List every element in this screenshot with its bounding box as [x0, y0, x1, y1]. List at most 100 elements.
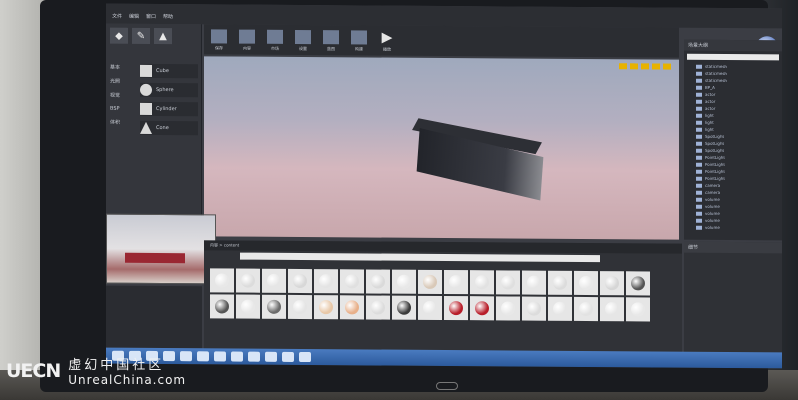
snap-icon[interactable] — [619, 63, 627, 70]
scale-snap-icon[interactable] — [652, 63, 660, 70]
taskbar-app-icon[interactable] — [265, 351, 277, 362]
asset-thumbnail[interactable] — [418, 269, 442, 294]
photo-scene: 文件 编辑 窗口 帮助 ◆ ✎ ▲ 基本光照视觉 BSP 体积 Cube Sphere Cylin… — [0, 0, 798, 400]
actor-icon — [696, 71, 702, 76]
toolbar-button[interactable]: 内容 — [236, 29, 258, 52]
asset-thumbnail[interactable] — [548, 270, 572, 295]
content-path[interactable]: 内容 > content — [204, 240, 682, 254]
camera-speed-icon[interactable] — [663, 63, 671, 70]
taskbar-app-icon[interactable] — [282, 351, 294, 362]
taskbar-app-icon[interactable] — [197, 351, 209, 362]
place-item[interactable]: Cube — [140, 63, 198, 79]
asset-thumbnail[interactable] — [496, 296, 520, 321]
asset-thumbnail[interactable] — [626, 297, 650, 322]
asset-thumbnail[interactable] — [366, 295, 390, 320]
toolbar-button[interactable]: 保存 — [208, 29, 230, 51]
actor-icon — [696, 204, 702, 209]
category-item[interactable]: 体积 — [110, 119, 120, 126]
asset-thumbnail[interactable] — [288, 268, 312, 294]
outliner-row-label: SpotLight — [705, 133, 725, 139]
asset-thumbnail[interactable] — [574, 296, 598, 322]
toolbar-button[interactable]: ▶ 播放 — [376, 30, 398, 53]
asset-thumbnail[interactable] — [340, 269, 364, 294]
asset-thumbnail[interactable] — [392, 295, 416, 320]
outliner-search-input[interactable] — [687, 53, 779, 61]
toolbar-button[interactable]: 构建 — [348, 30, 370, 52]
actor-icon — [696, 169, 702, 174]
content-search-input[interactable] — [240, 252, 600, 263]
material-sphere-icon — [215, 299, 229, 314]
level-viewport[interactable] — [204, 56, 679, 240]
outliner-row-label: volume — [705, 217, 720, 223]
place-item[interactable]: Cone — [140, 120, 198, 136]
grid-icon[interactable] — [630, 63, 638, 70]
category-item[interactable]: BSP — [110, 106, 120, 112]
taskbar-app-icon[interactable] — [299, 351, 311, 363]
watermark-en: UnrealChina.com — [68, 373, 187, 387]
asset-thumbnail[interactable] — [600, 297, 624, 322]
asset-thumbnail[interactable] — [366, 269, 390, 294]
asset-thumbnail[interactable] — [262, 268, 286, 293]
toolbar-icon — [239, 29, 255, 44]
asset-thumbnail[interactable] — [340, 295, 364, 320]
actor-icon — [696, 99, 702, 104]
outliner-row-label: staticmesh — [705, 77, 727, 83]
cone-icon — [140, 121, 152, 134]
asset-thumbnail[interactable] — [314, 295, 338, 320]
main-toolbar: 保存 内容 市场 设置 蓝图 构建 ▶ 播放 — [204, 24, 679, 58]
asset-thumbnail[interactable] — [418, 295, 442, 320]
rotate-snap-icon[interactable] — [641, 63, 649, 70]
material-sphere-icon — [397, 300, 411, 315]
place-item[interactable]: Cylinder — [140, 101, 198, 117]
asset-thumbnail[interactable] — [574, 270, 598, 296]
place-categories: 基本光照视觉 BSP 体积 — [110, 64, 120, 126]
outliner-row[interactable]: volume — [684, 224, 782, 232]
asset-thumbnail[interactable] — [210, 268, 234, 293]
category-item[interactable]: 视觉 — [110, 92, 120, 99]
menu-item[interactable]: 编辑 — [129, 13, 139, 20]
mode-tab-icon[interactable]: ◆ — [110, 27, 128, 44]
material-sphere-icon — [553, 275, 567, 290]
asset-thumbnail[interactable] — [210, 294, 234, 319]
asset-thumbnail[interactable] — [392, 269, 416, 294]
asset-thumbnail[interactable] — [496, 270, 520, 295]
asset-thumbnail[interactable] — [236, 268, 260, 293]
place-item[interactable]: Sphere — [140, 82, 198, 98]
asset-thumbnail[interactable] — [522, 270, 546, 295]
material-sphere-icon — [631, 276, 645, 291]
material-sphere-icon — [423, 274, 437, 289]
toolbar-button[interactable]: 设置 — [292, 29, 314, 52]
place-items: Cube Sphere Cylinder Cone — [140, 63, 198, 136]
taskbar-app-icon[interactable] — [214, 351, 226, 362]
asset-thumbnail[interactable] — [288, 294, 312, 320]
taskbar-app-icon[interactable] — [231, 351, 243, 362]
taskbar-app-icon[interactable] — [248, 351, 260, 362]
menu-item[interactable]: 窗口 — [146, 13, 156, 20]
place-item-label: Cone — [156, 124, 169, 132]
mode-tab-icon[interactable]: ▲ — [154, 27, 172, 45]
asset-thumbnail[interactable] — [626, 271, 650, 296]
asset-thumbnail[interactable] — [600, 271, 624, 296]
asset-thumbnail[interactable] — [548, 296, 572, 321]
asset-thumbnail[interactable] — [470, 270, 494, 295]
menu-item[interactable]: 帮助 — [163, 13, 173, 20]
toolbar-label: 保存 — [215, 45, 223, 51]
category-item[interactable]: 光照 — [110, 78, 120, 85]
asset-thumbnail[interactable] — [262, 294, 286, 319]
outliner-row-label: staticmesh — [705, 63, 727, 69]
asset-thumbnail[interactable] — [314, 269, 338, 294]
outliner-row-label: actor — [705, 105, 716, 111]
material-sphere-icon — [371, 300, 385, 315]
asset-thumbnail[interactable] — [522, 296, 546, 321]
material-sphere-icon — [293, 273, 307, 289]
material-sphere-icon — [241, 299, 255, 314]
asset-thumbnail[interactable] — [236, 294, 260, 319]
category-item[interactable]: 基本 — [110, 64, 120, 71]
asset-thumbnail[interactable] — [470, 296, 494, 321]
toolbar-button[interactable]: 蓝图 — [320, 30, 342, 52]
asset-thumbnail[interactable] — [444, 296, 468, 321]
mode-tab-icon[interactable]: ✎ — [132, 27, 150, 44]
asset-thumbnail[interactable] — [444, 270, 468, 295]
toolbar-button[interactable]: 市场 — [264, 29, 286, 52]
menu-item[interactable]: 文件 — [112, 13, 122, 20]
